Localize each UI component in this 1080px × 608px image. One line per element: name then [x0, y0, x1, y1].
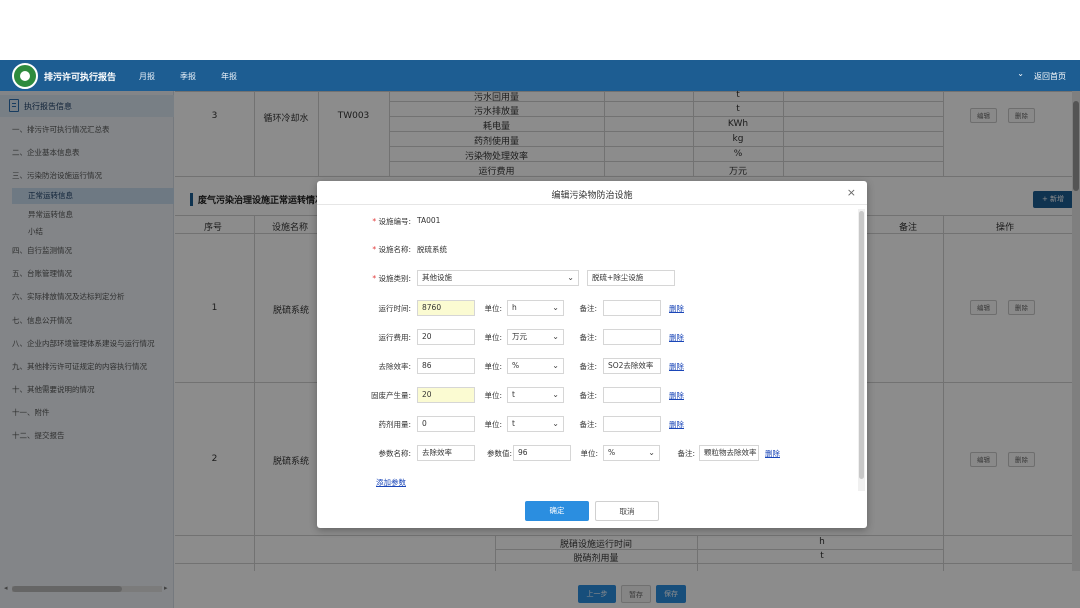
chevron-down-icon: ⌄ [552, 361, 559, 370]
unit-select[interactable]: t ⌄ [507, 387, 564, 403]
chevron-down-icon: ⌄ [552, 303, 559, 312]
unit-label: 单位: [580, 449, 598, 458]
confirm-button[interactable]: 确定 [525, 501, 589, 521]
cancel-button[interactable]: 取消 [595, 501, 659, 521]
close-icon[interactable]: × [847, 186, 856, 199]
remark-label: 备注: [579, 420, 597, 429]
home-link[interactable]: 返回首页 [1034, 71, 1066, 82]
chevron-down-icon: ⌄ [567, 273, 574, 282]
unit-label: 单位: [484, 391, 502, 400]
facility-category-extra-input[interactable]: 脱硫+除尘设施 [587, 270, 675, 286]
custom-param-value-input[interactable]: 96 [513, 445, 571, 461]
dialog-title: 编辑污染物防治设施 [551, 191, 633, 201]
param-label: 去除效率: [378, 362, 411, 371]
param-value-input[interactable]: 20 [417, 387, 475, 403]
unit-label: 单位: [484, 333, 502, 342]
remark-input[interactable] [603, 300, 661, 316]
delete-param-link[interactable]: 删除 [765, 448, 780, 459]
unit-label: 单位: [484, 362, 502, 371]
unit-select[interactable]: % ⌄ [603, 445, 660, 461]
chevron-down-icon: ⌄ [552, 332, 559, 341]
delete-param-link[interactable]: 删除 [669, 361, 684, 372]
dialog-header: 编辑污染物防治设施 × [317, 181, 867, 205]
param-label: 运行费用: [378, 333, 411, 342]
unit-select[interactable]: h ⌄ [507, 300, 564, 316]
dialog-scroll-thumb[interactable] [859, 211, 864, 479]
chevron-down-icon[interactable]: ⌄ [1017, 69, 1024, 78]
nav-annual-report[interactable]: 年报 [221, 71, 237, 82]
delete-param-link[interactable]: 删除 [669, 419, 684, 430]
facility-name-value: 脱硫系统 [417, 245, 447, 254]
delete-param-link[interactable]: 删除 [669, 303, 684, 314]
param-value-input[interactable]: 0 [417, 416, 475, 432]
chevron-down-icon: ⌄ [552, 390, 559, 399]
facility-category-label: * 设施类别: [372, 274, 411, 283]
param-label: 运行时间: [378, 304, 411, 313]
remark-label: 备注: [677, 449, 695, 458]
param-label: 固废产生量: [370, 391, 411, 400]
facility-category-select[interactable]: 其他设施 ⌄ [417, 270, 579, 286]
param-value-input[interactable]: 8760 [417, 300, 475, 316]
param-value-input[interactable]: 86 [417, 358, 475, 374]
remark-label: 备注: [579, 333, 597, 342]
chevron-down-icon: ⌄ [648, 448, 655, 457]
chevron-down-icon: ⌄ [552, 419, 559, 428]
delete-param-link[interactable]: 删除 [669, 332, 684, 343]
remark-label: 备注: [579, 362, 597, 371]
facility-code-label: * 设施编号: [372, 217, 411, 226]
custom-param-name-label: 参数名称: [378, 449, 411, 458]
app-title: 排污许可执行报告 [44, 73, 117, 83]
custom-param-name-input[interactable]: 去除效率 [417, 445, 475, 461]
remark-label: 备注: [579, 391, 597, 400]
remark-input[interactable] [603, 329, 661, 345]
add-param-link[interactable]: 添加参数 [376, 477, 406, 488]
unit-select[interactable]: t ⌄ [507, 416, 564, 432]
unit-label: 单位: [484, 304, 502, 313]
nav-quarterly-report[interactable]: 季报 [180, 71, 196, 82]
app-logo-icon [12, 63, 38, 89]
dialog-scrollbar[interactable] [858, 209, 865, 491]
app-header: 排污许可执行报告 月报 季报 年报 ⌄ 返回首页 [0, 60, 1080, 91]
remark-input[interactable]: SO2去除效率 [603, 358, 661, 374]
param-label: 药剂用量: [378, 420, 411, 429]
delete-param-link[interactable]: 删除 [669, 390, 684, 401]
edit-facility-dialog: 编辑污染物防治设施 × * 设施编号: TA001 * 设施名称: 脱硫系统 *… [317, 181, 867, 528]
remark-input[interactable] [603, 416, 661, 432]
top-blank-area [0, 0, 1080, 60]
param-value-input[interactable]: 20 [417, 329, 475, 345]
remark-input[interactable]: 颗粒物去除效率 [699, 445, 759, 461]
facility-name-label: * 设施名称: [372, 245, 411, 254]
custom-param-value-label: 参数值: [486, 449, 512, 458]
unit-select[interactable]: 万元 ⌄ [507, 329, 564, 345]
unit-select[interactable]: % ⌄ [507, 358, 564, 374]
unit-label: 单位: [484, 420, 502, 429]
facility-code-value: TA001 [417, 216, 441, 225]
nav-monthly-report[interactable]: 月报 [139, 71, 155, 82]
remark-input[interactable] [603, 387, 661, 403]
remark-label: 备注: [579, 304, 597, 313]
